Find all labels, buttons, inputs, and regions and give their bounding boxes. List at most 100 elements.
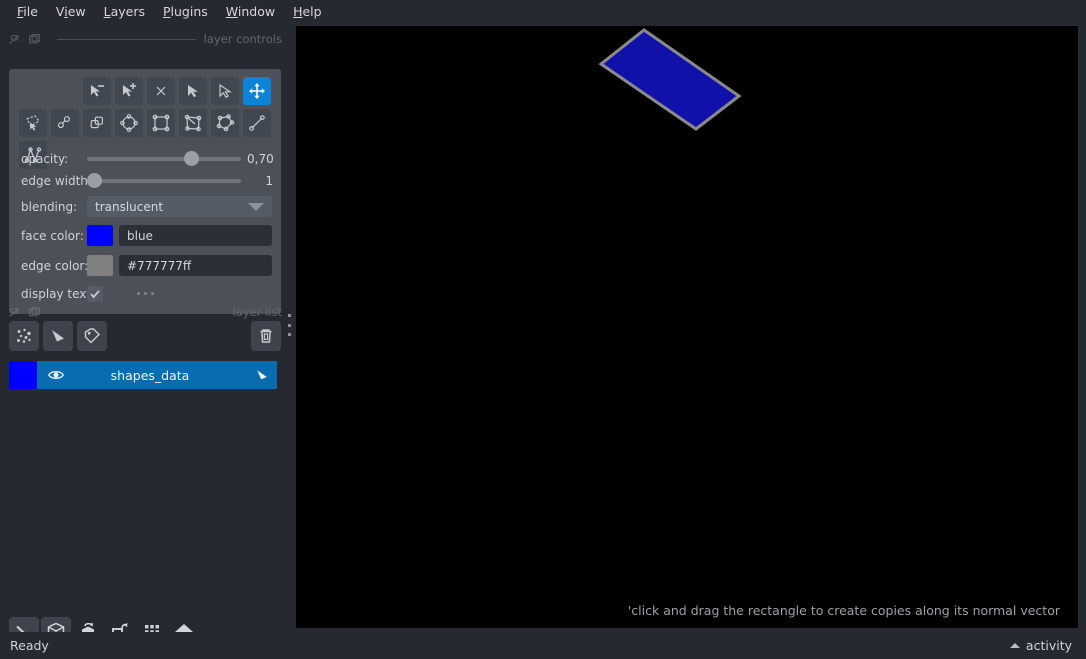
blending-select[interactable]: translucent	[87, 196, 272, 217]
napari-main-window: File View Layers Plugins Window Help lay…	[0, 0, 1086, 659]
layer-list-dock-title: layer list	[0, 301, 290, 323]
points-icon	[17, 328, 31, 343]
blending-value: translucent	[95, 199, 164, 214]
edge-width-slider-track	[87, 179, 241, 183]
edge-width-row: edge width: 1	[9, 170, 281, 192]
edge-color-row: edge color: #777777ff	[9, 254, 281, 277]
dock-resize-handle[interactable]	[0, 288, 290, 298]
layer-controls-dock-title: layer controls	[0, 28, 290, 50]
float-dock-icon[interactable]	[28, 306, 41, 319]
tool-slot-empty-1	[19, 77, 47, 105]
menu-view[interactable]: View	[47, 2, 95, 21]
select-shapes-tool[interactable]	[179, 77, 207, 105]
select-vertex-insert-tool[interactable]	[115, 77, 143, 105]
layer-list-dock-icons	[8, 306, 41, 319]
tool-slot-empty-2	[51, 77, 79, 105]
menu-help[interactable]: Help	[284, 2, 331, 21]
face-color-value: blue	[127, 228, 153, 243]
float-dock-icon[interactable]	[28, 33, 41, 46]
opacity-row: opacity: 0,70	[9, 148, 281, 170]
status-bar: Ready activity	[0, 632, 1086, 659]
cross-icon	[156, 86, 166, 96]
edge-width-label: edge width:	[21, 174, 92, 188]
canvas-shapes-svg	[598, 28, 742, 131]
polygon-icon	[216, 114, 235, 132]
add-rectangle-tool[interactable]	[147, 109, 175, 137]
layer-visibility-toggle[interactable]	[37, 366, 75, 384]
eye-icon	[48, 371, 64, 379]
opacity-slider[interactable]	[87, 150, 241, 168]
direct-select-tool[interactable]	[211, 77, 239, 105]
face-color-row: face color: blue	[9, 224, 281, 247]
polygon-lasso-icon	[184, 114, 202, 132]
viewer-canvas[interactable]: 'click and drag the rectangle to create …	[296, 26, 1078, 628]
shapes-icon	[257, 370, 267, 380]
opacity-value: 0,70	[247, 152, 274, 166]
shape-rectangle[interactable]	[598, 28, 742, 131]
add-polygon-tool[interactable]	[211, 109, 239, 137]
menu-layers[interactable]: Layers	[95, 2, 154, 21]
layer-name-label: shapes_data	[110, 367, 190, 383]
new-points-layer-button[interactable]	[9, 321, 39, 351]
layer-controls-dock-label: layer controls	[203, 32, 282, 46]
menu-window[interactable]: Window	[217, 2, 284, 21]
layer-list-item-shapes-data[interactable]: shapes_data	[9, 361, 277, 389]
rectangle-icon	[152, 114, 170, 132]
edge-color-value: #777777ff	[127, 258, 192, 273]
labels-icon	[84, 328, 101, 344]
trash-icon	[260, 329, 272, 343]
layer-type-icon-wrap	[247, 367, 277, 383]
left-dock-area: layer controls opacity: 0,70 edge width:…	[0, 23, 290, 647]
dock-title-icons	[8, 33, 41, 46]
shapes-front-icon	[57, 116, 70, 129]
edge-color-swatch[interactable]	[87, 255, 113, 276]
select-vertex-remove-tool[interactable]	[83, 77, 111, 105]
canvas-hint-text: 'click and drag the rectangle to create …	[627, 603, 1060, 618]
move-to-back-tool[interactable]	[83, 109, 111, 137]
chevron-down-icon	[248, 203, 264, 211]
blending-label: blending:	[21, 199, 78, 214]
dock-splitter-handle[interactable]	[286, 314, 292, 336]
edge-width-slider[interactable]	[87, 172, 241, 190]
add-polygon-lasso-tool[interactable]	[179, 109, 207, 137]
edge-color-label: edge color:	[21, 258, 89, 273]
menu-bar: File View Layers Plugins Window Help	[0, 0, 1086, 23]
add-line-tool[interactable]	[243, 109, 271, 137]
add-ellipse-tool[interactable]	[115, 109, 143, 137]
cursor-outline-icon	[219, 83, 232, 98]
face-color-swatch[interactable]	[87, 225, 113, 246]
cursor-filled-icon	[188, 85, 198, 98]
menu-file-rest: ile	[23, 4, 38, 19]
new-shapes-layer-button[interactable]	[43, 321, 73, 351]
edge-width-value: 1	[265, 174, 273, 188]
face-color-field[interactable]: blue	[119, 225, 272, 246]
edge-width-slider-knob[interactable]	[87, 173, 102, 188]
delete-layer-button[interactable]	[251, 321, 281, 351]
layer-list-dock-label: layer list	[232, 305, 282, 319]
cursor-plus-icon	[123, 83, 136, 97]
activity-label: activity	[1025, 638, 1072, 653]
edge-color-field[interactable]: #777777ff	[119, 255, 272, 276]
close-dock-icon[interactable]	[8, 33, 21, 46]
new-labels-layer-button[interactable]	[77, 321, 107, 351]
line-icon	[249, 115, 265, 131]
transform-tool[interactable]	[19, 109, 47, 137]
pan-zoom-tool[interactable]	[243, 77, 271, 105]
menu-file[interactable]: File	[8, 2, 47, 21]
blending-row: blending: translucent	[9, 195, 281, 218]
chevron-up-icon	[1009, 643, 1020, 648]
layer-thumbnail	[9, 361, 37, 389]
dock-title-rule	[57, 311, 225, 313]
opacity-slider-track	[87, 157, 241, 161]
delete-shape-tool[interactable]	[147, 77, 175, 105]
layer-controls-panel: opacity: 0,70 edge width: 1 blending: tr…	[9, 69, 281, 314]
status-message: Ready	[10, 638, 49, 653]
dock-title-rule	[57, 38, 196, 40]
transform-icon	[26, 115, 40, 131]
close-dock-icon[interactable]	[8, 306, 21, 319]
opacity-slider-knob[interactable]	[184, 151, 200, 166]
activity-toggle[interactable]: activity	[1009, 638, 1072, 653]
opacity-label: opacity:	[21, 152, 69, 166]
move-to-front-tool[interactable]	[51, 109, 79, 137]
menu-plugins[interactable]: Plugins	[154, 2, 217, 21]
